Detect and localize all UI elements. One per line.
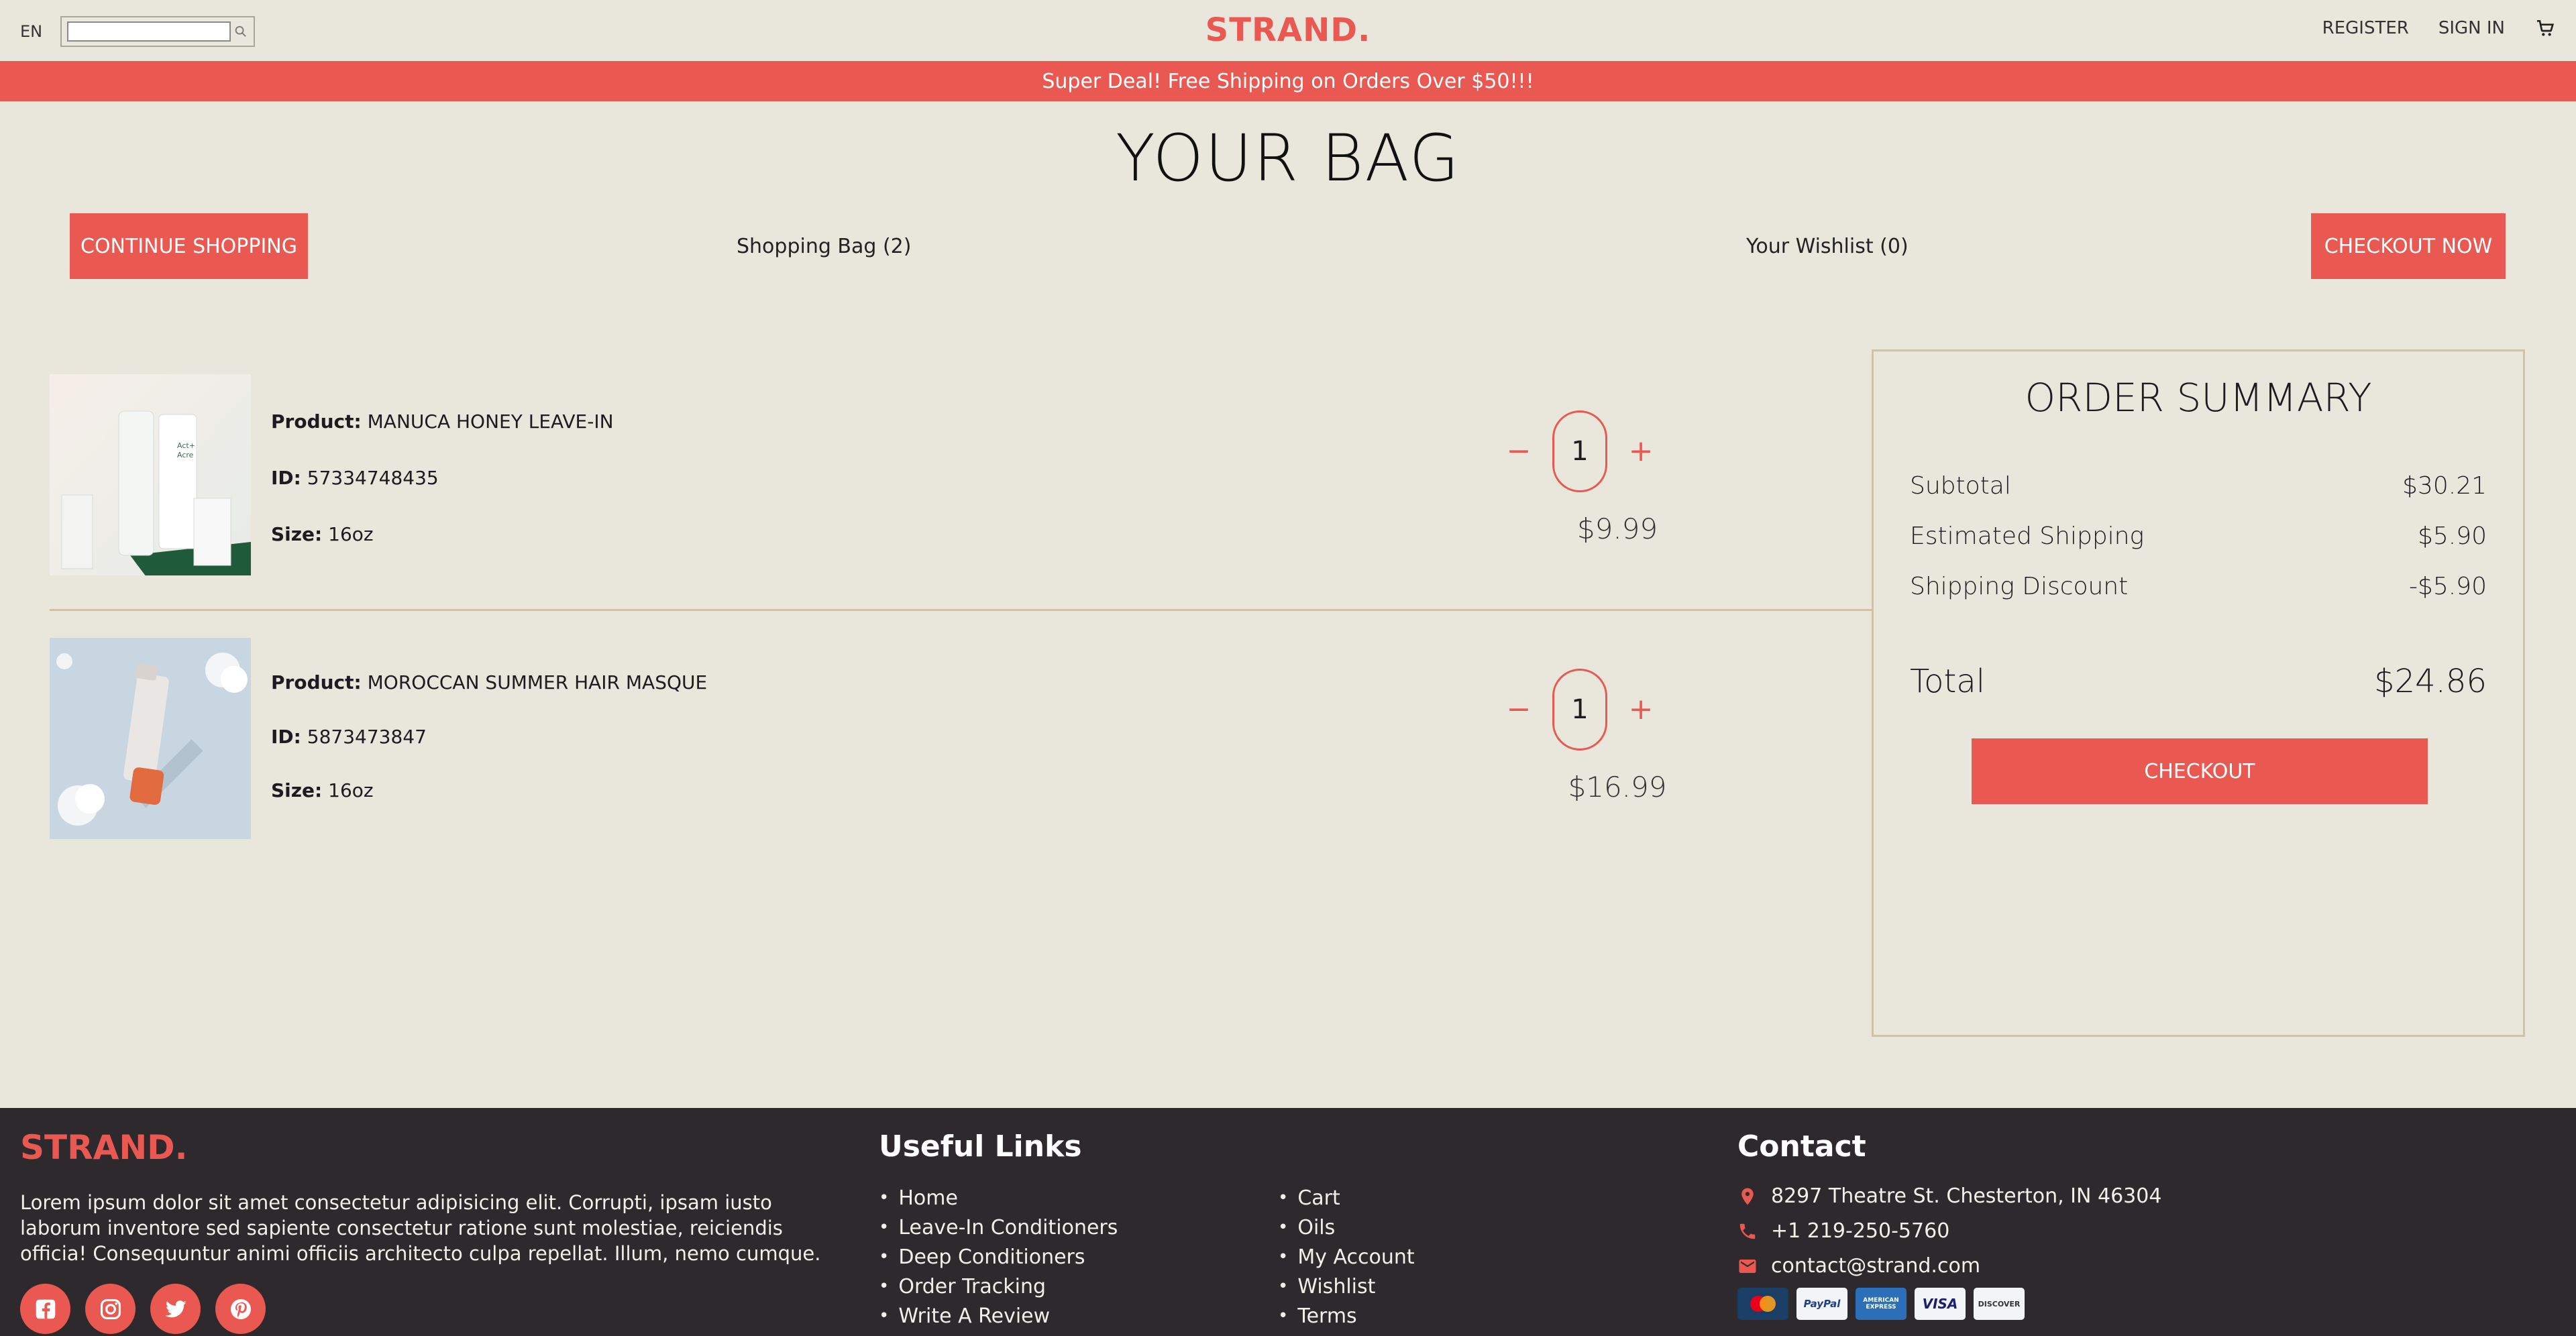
contact-heading: Contact (1737, 1129, 1866, 1164)
facebook-button[interactable] (20, 1284, 70, 1334)
footer-link-my-account[interactable]: My Account (1278, 1242, 1414, 1272)
instagram-icon (100, 1298, 121, 1319)
wishlist-link[interactable]: Your Wishlist (0) (1746, 235, 1909, 258)
quantity-stepper: − 1 + (1499, 669, 1661, 750)
id-label: ID: (271, 726, 301, 748)
phone-icon (1739, 1223, 1756, 1239)
twitter-button[interactable] (150, 1284, 201, 1334)
summary-title: ORDER SUMMARY (2025, 375, 2372, 421)
useful-links-col-2: Cart Oils My Account Wishlist Terms (1278, 1183, 1415, 1331)
product-name: MANUCA HONEY LEAVE-IN (367, 410, 614, 433)
footer-link-home[interactable]: Home (879, 1183, 1118, 1213)
mastercard-icon (1737, 1288, 1788, 1320)
email-text[interactable]: contact@strand.com (1771, 1254, 1980, 1278)
shopping-bag-link[interactable]: Shopping Bag (2) (737, 235, 911, 258)
quantity-value: 1 (1552, 410, 1607, 492)
discover-icon: DISCOVER (1974, 1288, 2025, 1320)
product-id: 5873473847 (307, 726, 427, 748)
svg-text:Act+: Act+ (177, 441, 195, 450)
contact-phone: +1 219-250-5760 (1737, 1219, 1949, 1243)
cart-item: Product: MOROCCAN SUMMER HAIR MASQUE ID:… (50, 638, 1872, 839)
social-links (20, 1284, 266, 1334)
announcement-bar: Super Deal! Free Shipping on Orders Over… (0, 61, 2576, 101)
product-price: $16.99 (1568, 771, 1667, 803)
footer-link-leave-in[interactable]: Leave-In Conditioners (879, 1213, 1118, 1242)
product-id: 57334748435 (307, 467, 439, 489)
product-name: MOROCCAN SUMMER HAIR MASQUE (367, 671, 708, 693)
size-label: Size: (271, 779, 323, 801)
size-label: Size: (271, 523, 323, 545)
footer-link-oils[interactable]: Oils (1278, 1213, 1415, 1242)
decrease-quantity-button[interactable]: − (1499, 437, 1539, 466)
footer-link-cart[interactable]: Cart (1278, 1183, 1415, 1213)
product-size: 16oz (328, 523, 374, 545)
instagram-button[interactable] (85, 1284, 136, 1334)
sign-in-link[interactable]: SIGN IN (2438, 18, 2505, 38)
phone-text[interactable]: +1 219-250-5760 (1771, 1219, 1949, 1243)
discount-label: Shipping Discount (1910, 573, 2129, 600)
useful-links-heading: Useful Links (879, 1129, 1082, 1164)
decrease-quantity-button[interactable]: − (1499, 695, 1539, 724)
total-row: Total $24.86 (1910, 663, 2487, 700)
page-title: YOUR BAG (1116, 121, 1460, 196)
footer: STRAND. Lorem ipsum dolor sit amet conse… (0, 1108, 2576, 1336)
contact-address: 8297 Theatre St. Chesterton, IN 46304 (1737, 1184, 2161, 1208)
footer-link-deep-conditioners[interactable]: Deep Conditioners (879, 1242, 1118, 1272)
shipping-label: Estimated Shipping (1910, 522, 2145, 550)
visa-icon: VISA (1915, 1288, 1966, 1320)
shipping-row: Estimated Shipping $5.90 (1910, 522, 2487, 550)
address-text: 8297 Theatre St. Chesterton, IN 46304 (1771, 1184, 2162, 1208)
payment-methods: PayPal AMERICAN EXPRESS VISA DISCOVER (1737, 1288, 2025, 1320)
subtotal-value: $30.21 (2402, 472, 2487, 500)
total-value: $24.86 (2374, 663, 2487, 700)
item-divider (50, 609, 1872, 611)
id-label: ID: (271, 467, 301, 489)
footer-link-order-tracking[interactable]: Order Tracking (879, 1272, 1118, 1301)
product-size: 16oz (328, 779, 374, 801)
footer-link-terms[interactable]: Terms (1278, 1301, 1415, 1331)
product-label: Product: (271, 410, 362, 433)
account-nav: REGISTER SIGN IN (2322, 17, 2556, 39)
footer-link-write-review[interactable]: Write A Review (879, 1301, 1118, 1331)
navbar: EN STRAND. REGISTER SIGN IN (0, 0, 2576, 61)
discount-value: -$5.90 (2408, 573, 2487, 600)
product-price: $9.99 (1576, 512, 1658, 545)
increase-quantity-button[interactable]: + (1621, 695, 1661, 724)
subtotal-row: Subtotal $30.21 (1910, 472, 2487, 500)
increase-quantity-button[interactable]: + (1621, 437, 1661, 466)
amex-icon: AMERICAN EXPRESS (1856, 1288, 1907, 1320)
twitter-icon (164, 1300, 186, 1317)
quantity-value: 1 (1552, 669, 1607, 750)
order-summary: ORDER SUMMARY Subtotal $30.21 Estimated … (1872, 349, 2525, 1037)
footer-description: Lorem ipsum dolor sit amet consectetur a… (20, 1191, 821, 1265)
register-link[interactable]: REGISTER (2322, 18, 2409, 38)
contact-email: contact@strand.com (1737, 1254, 1980, 1278)
footer-logo[interactable]: STRAND. (20, 1128, 188, 1167)
svg-text:Acre: Acre (177, 451, 194, 459)
site-logo[interactable]: STRAND. (0, 11, 2576, 49)
total-label: Total (1910, 663, 1986, 700)
cart-item: Act+ Acre Product: MANUCA HONEY LEAVE-IN… (50, 374, 1872, 589)
continue-shopping-button[interactable]: CONTINUE SHOPPING (70, 213, 308, 279)
subtotal-label: Subtotal (1910, 472, 2011, 500)
cart-icon[interactable] (2534, 17, 2556, 39)
location-icon (1741, 1188, 1754, 1205)
facebook-icon (36, 1299, 55, 1319)
checkout-now-button[interactable]: CHECKOUT NOW (2311, 213, 2506, 279)
quantity-stepper: − 1 + (1499, 410, 1661, 492)
mail-icon (1739, 1259, 1756, 1273)
paypal-icon: PayPal (1796, 1288, 1847, 1320)
pinterest-button[interactable] (215, 1284, 266, 1334)
useful-links-col-1: Home Leave-In Conditioners Deep Conditio… (879, 1183, 1118, 1331)
product-image[interactable]: Act+ Acre (50, 374, 251, 575)
checkout-button[interactable]: CHECKOUT (1972, 738, 2428, 804)
product-label: Product: (271, 671, 362, 693)
footer-link-wishlist[interactable]: Wishlist (1278, 1272, 1415, 1301)
pinterest-icon (230, 1298, 251, 1319)
product-image[interactable] (50, 638, 251, 839)
shipping-value: $5.90 (2417, 522, 2487, 550)
discount-row: Shipping Discount -$5.90 (1910, 573, 2487, 600)
